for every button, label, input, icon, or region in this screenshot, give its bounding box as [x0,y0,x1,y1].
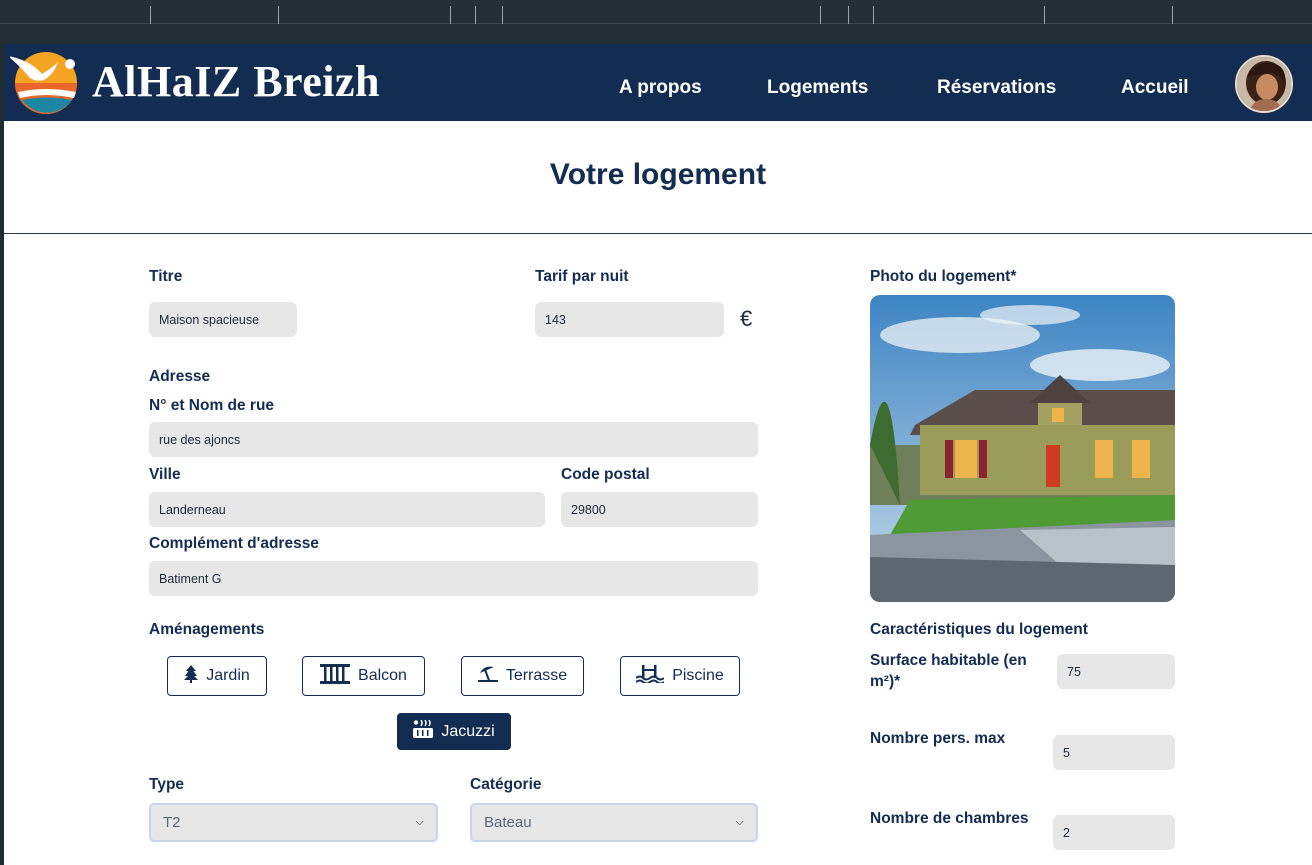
strip-separator [873,6,874,24]
nav-logements[interactable]: Logements [767,77,868,99]
pool-icon [635,664,665,688]
pers-max-label: Nombre pers. max [870,730,1006,747]
code-postal-label: Code postal [561,466,650,483]
tree-icon [184,664,199,688]
rue-input[interactable]: rue des ajoncs [149,422,758,457]
chevron-down-icon: ⌵ [735,816,744,828]
brand-name[interactable]: AlHaIZ Breizh [92,56,380,107]
amenity-balcon-button[interactable]: Balcon [302,656,425,696]
complement-label: Complément d'adresse [149,535,319,552]
chambres-label: Nombre de chambres [870,810,1029,827]
surface-input[interactable]: 75 [1057,654,1175,689]
strip-separator [820,6,821,24]
brand-logo[interactable] [8,52,80,114]
photo-label: Photo du logement* [870,268,1017,285]
rue-label: N° et Nom de rue [149,397,275,414]
categorie-select-value: Bateau [484,814,532,831]
user-avatar[interactable] [1235,55,1293,113]
balcony-icon [320,663,351,689]
amenity-label: Piscine [672,667,724,684]
amenity-label: Jardin [206,667,250,684]
code-postal-input[interactable]: 29800 [561,492,758,527]
nav-accueil[interactable]: Accueil [1121,77,1189,99]
categorie-label: Catégorie [470,776,542,793]
adresse-section-label: Adresse [149,368,211,385]
amenity-label: Terrasse [505,667,568,684]
pers-max-input[interactable]: 5 [1053,735,1175,770]
amenity-jardin-button[interactable]: Jardin [167,656,267,696]
caracteristiques-label: Caractéristiques du logement [870,621,1088,638]
type-select-value: T2 [163,814,181,831]
navbar: AlHaIZ Breizh A propos Logements Réserva… [4,44,1312,121]
chambres-input[interactable]: 2 [1053,815,1175,850]
house-photo[interactable] [870,295,1175,602]
app-window: AlHaIZ Breizh A propos Logements Réserva… [4,44,1312,865]
complement-input[interactable]: Batiment G [149,561,758,596]
tarif-input[interactable]: 143 [535,302,724,337]
strip-separator [278,6,279,24]
ville-input[interactable]: Landerneau [149,492,545,527]
section-divider [4,233,1312,234]
amenagements-label: Aménagements [149,621,265,638]
nav-reservations[interactable]: Réservations [937,77,1056,99]
nav-a-propos[interactable]: A propos [619,77,702,99]
categorie-select[interactable]: Bateau ⌵ [470,803,758,842]
host-window-strip [0,0,1312,44]
strip-separator [450,6,451,24]
amenity-jacuzzi-button[interactable]: Jacuzzi [397,713,511,750]
strip-divider [0,23,1312,24]
strip-separator [475,6,476,24]
strip-separator [1044,6,1045,24]
type-label: Type [149,776,185,793]
ville-label: Ville [149,466,181,483]
chevron-down-icon: ⌵ [415,816,424,828]
amenity-label: Balcon [358,667,407,684]
strip-separator [502,6,503,24]
type-select[interactable]: T2 ⌵ [149,803,438,842]
strip-separator [848,6,849,24]
hot-tub-icon [413,719,434,743]
amenity-terrasse-button[interactable]: Terrasse [461,656,584,696]
strip-separator [1172,6,1173,24]
currency-symbol: € [740,306,753,331]
titre-label: Titre [149,268,183,285]
tarif-label: Tarif par nuit [535,268,629,285]
page-title: Votre logement [549,158,767,191]
umbrella-beach-icon [477,665,498,688]
strip-separator [150,6,151,24]
titre-input[interactable]: Maison spacieuse [149,302,297,337]
amenity-piscine-button[interactable]: Piscine [620,656,740,696]
surface-label: Surface habitable (en m²)* [870,652,1027,690]
amenity-label: Jacuzzi [441,722,495,740]
